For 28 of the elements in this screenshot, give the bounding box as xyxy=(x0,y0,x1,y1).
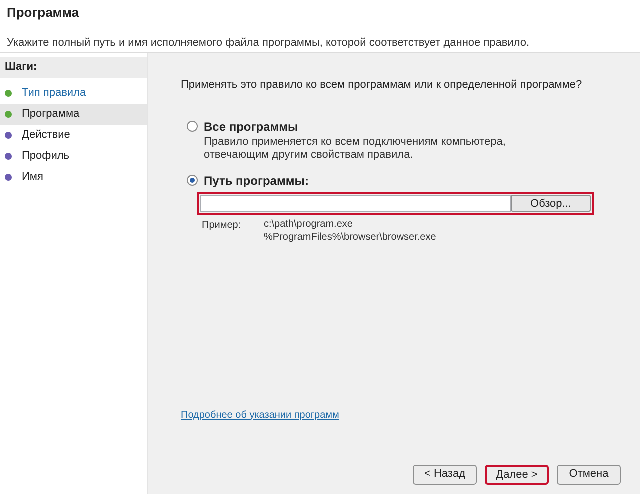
question-text: Применять это правило ко всем программам или к определенной программе? xyxy=(181,78,584,93)
steps-title: Шаги: xyxy=(0,57,147,78)
radio-button[interactable] xyxy=(187,121,198,132)
wizard-button[interactable]: Далее > xyxy=(485,464,549,484)
page-subtitle: Укажите полный путь и имя исполняемого файла программы, которой соответствует данное правило. xyxy=(7,36,531,50)
step-item[interactable]: Имя xyxy=(0,166,147,188)
page-title: Программа xyxy=(7,4,80,22)
step-item[interactable]: Действие xyxy=(0,124,147,146)
example-label: Пример: xyxy=(202,218,242,232)
step-label: Профиль xyxy=(22,148,70,164)
wizard-button[interactable]: < Назад xyxy=(413,464,477,484)
radio-label: Все программы xyxy=(204,118,298,136)
step-item[interactable]: Профиль xyxy=(0,146,147,166)
help-link[interactable]: Подробнее об указании программ xyxy=(181,408,340,422)
browse-button[interactable]: Обзор... xyxy=(511,194,591,212)
example-path: c:\path\program.exe xyxy=(264,218,354,230)
step-label: Имя xyxy=(22,170,44,185)
step-item[interactable]: Программа xyxy=(0,104,147,124)
radio-button[interactable] xyxy=(187,175,198,186)
step-label: Тип правила xyxy=(22,86,86,101)
path-input-field[interactable] xyxy=(200,194,511,212)
option-description: Правило применяется ко всем подключениям компьютера, отвечающим другим свойствам правила. xyxy=(203,136,507,162)
step-item[interactable]: Тип правила xyxy=(0,82,147,104)
example-path: %ProgramFiles%\browser\browser.exe xyxy=(264,230,436,244)
step-label: Программа xyxy=(22,106,80,122)
radio-label: Путь программы: xyxy=(204,172,309,190)
step-label: Действие xyxy=(22,128,70,143)
wizard-button[interactable]: Отмена xyxy=(557,464,621,484)
